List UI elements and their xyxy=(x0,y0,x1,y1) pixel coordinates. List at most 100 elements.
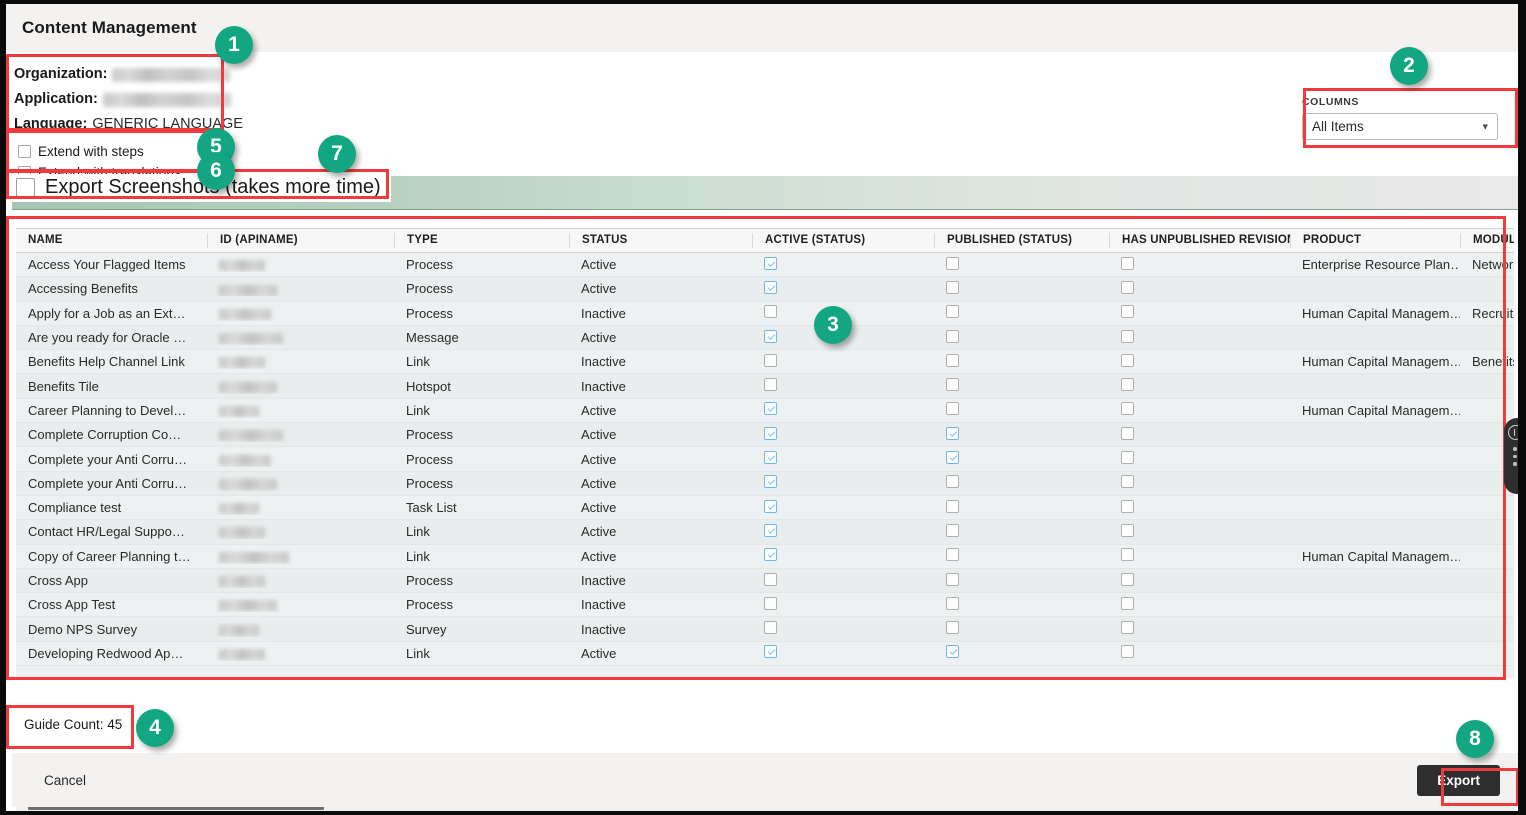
cell-active-checkbox-checked[interactable] xyxy=(764,256,777,270)
cell-status: Active xyxy=(581,500,617,516)
cell-published-checkbox-unchecked[interactable] xyxy=(946,305,959,319)
columns-select[interactable]: All Items ▾ xyxy=(1302,113,1498,140)
guide-count: Guide Count: 45 xyxy=(16,711,133,739)
cell-active-checkbox-checked[interactable] xyxy=(764,645,777,659)
table-row[interactable]: Benefits Help Channel Link Link Inactive Hu… xyxy=(16,350,1514,375)
cell-published-checkbox-checked[interactable] xyxy=(946,645,959,659)
cell-published-checkbox-unchecked[interactable] xyxy=(946,596,959,610)
cell-type: Task List xyxy=(406,500,457,516)
column-header-published[interactable]: PUBLISHED (STATUS) xyxy=(934,233,1109,248)
cell-unpublished-checkbox-unchecked[interactable] xyxy=(1121,378,1134,392)
table-row[interactable]: Benefits Tile Hotspot Inactive xyxy=(16,374,1514,399)
cell-unpublished-checkbox-unchecked[interactable] xyxy=(1121,451,1134,465)
cell-active-checkbox-unchecked[interactable] xyxy=(764,305,777,319)
cell-published-checkbox-unchecked[interactable] xyxy=(946,378,959,392)
content-table[interactable]: NAME ID (APINAME) TYPE STATUS ACTIVE (ST… xyxy=(16,228,1514,678)
cell-type: Hotspot xyxy=(406,378,451,394)
cell-published-checkbox-unchecked[interactable] xyxy=(946,475,959,489)
column-header-product[interactable]: PRODUCT xyxy=(1290,233,1460,248)
cell-unpublished-checkbox-unchecked[interactable] xyxy=(1121,596,1134,610)
cell-name: Apply for a Job as an Ext… xyxy=(28,305,186,321)
cell-id-redacted xyxy=(219,260,265,272)
table-row[interactable]: Demo NPS Survey Survey Inactive xyxy=(16,617,1514,642)
cell-unpublished-checkbox-unchecked[interactable] xyxy=(1121,426,1134,440)
export-button[interactable]: Export xyxy=(1417,764,1500,796)
table-row[interactable]: Complete Corruption Co… Process Active xyxy=(16,423,1514,448)
table-row[interactable]: Cross App Test Process Inactive xyxy=(16,593,1514,618)
cell-active-checkbox-checked[interactable] xyxy=(764,280,777,294)
table-row[interactable]: Career Planning to Devel… Link Active Human… xyxy=(16,398,1514,424)
cell-name: Benefits Help Channel Link xyxy=(28,354,185,370)
cell-active-checkbox-checked[interactable] xyxy=(764,426,777,440)
cell-active-checkbox-unchecked[interactable] xyxy=(764,621,777,635)
cell-unpublished-checkbox-unchecked[interactable] xyxy=(1121,572,1134,586)
column-header-status[interactable]: STATUS xyxy=(569,233,752,248)
annotation-badge-8: 8 xyxy=(1456,720,1494,758)
cell-published-checkbox-unchecked[interactable] xyxy=(946,621,959,635)
table-row[interactable]: Are you ready for Oracle … Message Active xyxy=(16,325,1514,351)
cell-unpublished-checkbox-unchecked[interactable] xyxy=(1121,475,1134,489)
column-header-active[interactable]: ACTIVE (STATUS) xyxy=(752,233,934,248)
column-header-module[interactable]: MODULE xyxy=(1460,233,1514,248)
cell-published-checkbox-unchecked[interactable] xyxy=(946,256,959,270)
cell-published-checkbox-unchecked[interactable] xyxy=(946,572,959,586)
cell-active-checkbox-checked[interactable] xyxy=(764,475,777,489)
table-row[interactable]: Cross App Process Inactive xyxy=(16,568,1514,594)
cell-published-checkbox-unchecked[interactable] xyxy=(946,523,959,537)
table-row[interactable]: Access Your Flagged Items Process Active En… xyxy=(16,253,1514,278)
table-row[interactable]: Complete your Anti Corru… Process Active xyxy=(16,471,1514,496)
cell-unpublished-checkbox-unchecked[interactable] xyxy=(1121,329,1134,343)
table-row[interactable]: Developing Redwood Ap… Link Active xyxy=(16,641,1514,667)
cell-type: Process xyxy=(406,475,453,491)
cell-active-checkbox-cell xyxy=(752,426,934,443)
export-screenshots-checkbox[interactable] xyxy=(16,178,35,197)
cell-active-checkbox-unchecked[interactable] xyxy=(764,572,777,586)
cell-active-checkbox-checked[interactable] xyxy=(764,402,777,416)
cell-active-checkbox-checked[interactable] xyxy=(764,548,777,562)
cell-unpublished-checkbox-unchecked[interactable] xyxy=(1121,499,1134,513)
cell-status: Active xyxy=(581,427,617,443)
cell-published-checkbox-unchecked[interactable] xyxy=(946,329,959,343)
cell-published-checkbox-unchecked[interactable] xyxy=(946,280,959,294)
cell-published-checkbox-unchecked[interactable] xyxy=(946,353,959,367)
cell-unpublished-checkbox-unchecked[interactable] xyxy=(1121,402,1134,416)
column-header-unpublished[interactable]: HAS UNPUBLISHED REVISION xyxy=(1109,233,1290,248)
cell-status: Inactive xyxy=(581,621,626,637)
cell-published-checkbox-checked[interactable] xyxy=(946,451,959,465)
cell-unpublished-checkbox-unchecked[interactable] xyxy=(1121,280,1134,294)
cell-published-checkbox-unchecked[interactable] xyxy=(946,499,959,513)
cell-unpublished-checkbox-unchecked[interactable] xyxy=(1121,305,1134,319)
column-header-type[interactable]: TYPE xyxy=(394,233,569,248)
table-row[interactable]: Apply for a Job as an Ext… Process Inactiv… xyxy=(16,301,1514,326)
extend-with-steps-row[interactable]: Extend with steps xyxy=(18,141,1518,162)
cell-active-checkbox-unchecked[interactable] xyxy=(764,353,777,367)
table-row[interactable]: Complete your Anti Corru… Process Active xyxy=(16,447,1514,472)
cell-active-checkbox-unchecked[interactable] xyxy=(764,596,777,610)
table-row[interactable]: Copy of Career Planning t… Link Active Huma… xyxy=(16,544,1514,569)
cell-unpublished-checkbox-unchecked[interactable] xyxy=(1121,256,1134,270)
cell-published-checkbox-unchecked[interactable] xyxy=(946,548,959,562)
table-row[interactable]: Compliance test Task List Active xyxy=(16,495,1514,521)
cell-active-checkbox-checked[interactable] xyxy=(764,451,777,465)
cell-active-checkbox-checked[interactable] xyxy=(764,499,777,513)
table-row[interactable]: Contact HR/Legal Suppo… Link Active xyxy=(16,520,1514,545)
cell-unpublished-checkbox-unchecked[interactable] xyxy=(1121,523,1134,537)
cell-active-checkbox-checked[interactable] xyxy=(764,523,777,537)
cell-unpublished-checkbox-unchecked[interactable] xyxy=(1121,548,1134,562)
cell-active-checkbox-unchecked[interactable] xyxy=(764,378,777,392)
application-row: Application: xyxy=(14,87,1518,112)
cell-unpublished-checkbox-unchecked[interactable] xyxy=(1121,353,1134,367)
cell-active-checkbox-cell xyxy=(752,280,934,297)
column-header-name[interactable]: NAME xyxy=(16,233,207,248)
cell-unpublished-checkbox-unchecked[interactable] xyxy=(1121,645,1134,659)
more-vertical-icon-dot xyxy=(1513,454,1517,459)
cell-published-checkbox-unchecked[interactable] xyxy=(946,402,959,416)
cancel-button[interactable]: Cancel xyxy=(38,772,92,789)
extend-with-steps-checkbox[interactable] xyxy=(18,145,31,158)
cell-active-checkbox-checked[interactable] xyxy=(764,329,777,343)
table-row[interactable]: Accessing Benefits Process Active xyxy=(16,277,1514,302)
cell-unpublished-checkbox-unchecked[interactable] xyxy=(1121,621,1134,635)
column-header-id[interactable]: ID (APINAME) xyxy=(207,233,394,248)
cell-published-checkbox-checked[interactable] xyxy=(946,426,959,440)
cell-module: Benefits xyxy=(1472,354,1514,370)
